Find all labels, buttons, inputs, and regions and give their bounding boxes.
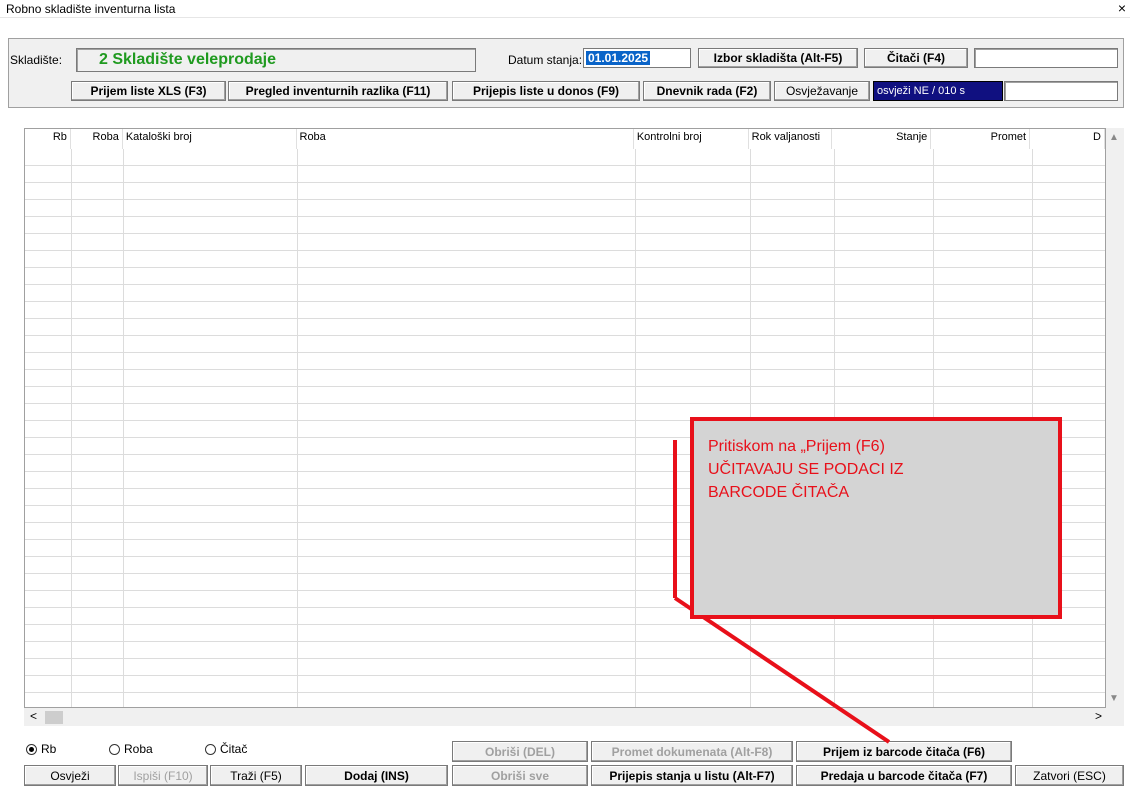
annotation-line-1: Pritiskom na „Prijem (F6) [708, 438, 885, 455]
annotation-line-2: UČITAVAJU SE PODACI IZ [708, 461, 904, 478]
annotation-callout: Pritiskom na „Prijem (F6) UČITAVAJU SE P… [690, 417, 1062, 619]
annotation-line-3: BARCODE ČITAČA [708, 484, 850, 501]
annotation-arrow [673, 440, 891, 744]
